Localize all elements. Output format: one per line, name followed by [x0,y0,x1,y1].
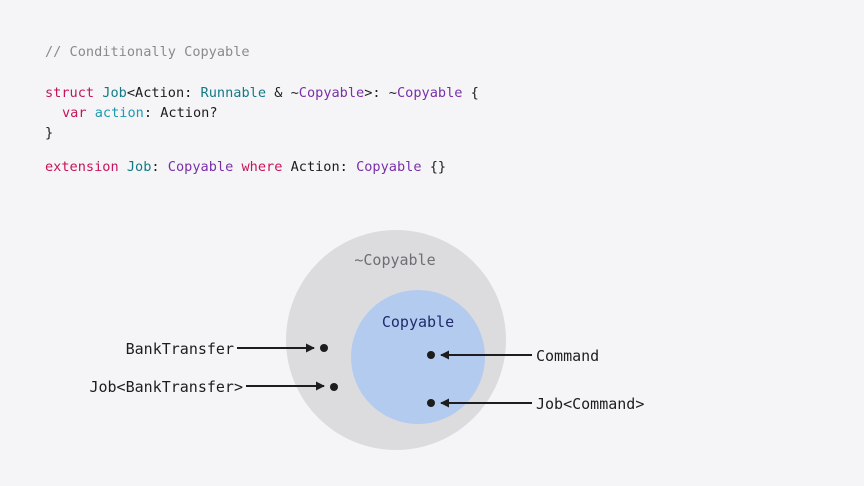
venn-diagram: ~Copyable Copyable BankTransfer Job<Bank… [89,230,644,450]
label-bank-transfer: BankTransfer [126,340,234,358]
dot-job-command [427,399,435,407]
inner-circle-label: Copyable [382,313,454,331]
outer-circle-label: ~Copyable [354,251,435,269]
label-job-command: Job<Command> [536,395,644,413]
dot-bank-transfer [320,344,328,352]
label-command: Command [536,347,599,365]
dot-command [427,351,435,359]
dot-job-bank-transfer [330,383,338,391]
label-job-bank-transfer: Job<BankTransfer> [89,378,243,396]
